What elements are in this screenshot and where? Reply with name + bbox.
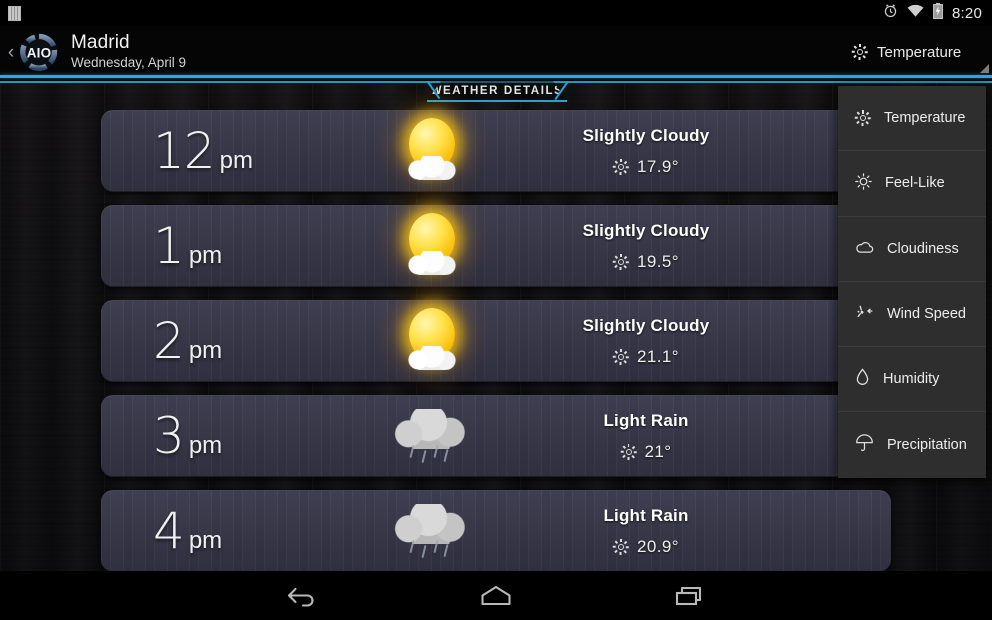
menu-item-temperature[interactable]: Temperature (838, 86, 986, 152)
row-hour: 1 pm (101, 216, 351, 275)
cloud-icon (855, 240, 874, 258)
notification-bars-icon (8, 5, 21, 21)
status-bar-notifications (0, 5, 21, 21)
sun-outline-icon (855, 173, 872, 194)
row-value-row: 20.9° (612, 537, 679, 557)
row-value: 21° (644, 442, 672, 461)
row-condition: Light Rain (603, 506, 689, 525)
action-bar: ‹ AIO Madrid Wednesday, April 9 Temperat… (0, 26, 992, 78)
sun-icon (612, 539, 629, 555)
row-value-row: 17.9° (612, 157, 679, 177)
back-icon[interactable] (275, 579, 329, 613)
alarm-clock-icon (883, 3, 898, 23)
row-condition: Slightly Cloudy (582, 316, 710, 335)
table-row[interactable]: 12 pm Slightly Cloudy 17.9° (101, 110, 891, 192)
row-hour-value: 4 (153, 501, 185, 560)
sun-behind-cloud-icon (385, 211, 477, 283)
sun-icon (612, 159, 629, 175)
status-bar: 8:20 (0, 0, 992, 26)
svg-text:AIO: AIO (27, 45, 52, 60)
sun-icon (620, 444, 637, 460)
back-chevron-icon[interactable]: ‹ (4, 43, 18, 62)
row-condition: Slightly Cloudy (582, 221, 710, 240)
row-hour-ampm: pm (188, 336, 223, 364)
row-info: Slightly Cloudy 19.5° (511, 221, 891, 272)
page-title: Madrid (71, 32, 130, 54)
row-info: Slightly Cloudy 17.9° (511, 126, 891, 177)
battery-charging-icon (933, 2, 943, 24)
sun-icon (854, 110, 871, 127)
menu-item-label: Humidity (883, 371, 940, 388)
page-subtitle: Wednesday, April 9 (71, 55, 187, 71)
metric-dropdown-menu[interactable]: Temperature Feel-Like Cloudiness Wind Sp… (838, 86, 986, 478)
row-hour: 3 pm (101, 406, 351, 465)
rain-cloud-icon (385, 496, 477, 568)
row-hour-ampm: pm (188, 241, 223, 269)
row-weather-art (351, 401, 511, 473)
status-bar-clock: 8:20 (952, 4, 982, 22)
android-navigation-bar (0, 571, 992, 620)
row-info: Light Rain 20.9° (511, 506, 891, 557)
row-value: 20.9° (637, 537, 679, 556)
app-logo[interactable]: AIO (19, 32, 59, 72)
row-info: Light Rain 21° (511, 411, 891, 462)
row-hour: 4 pm (101, 501, 351, 560)
metric-spinner-label: Temperature (877, 43, 962, 61)
table-row[interactable]: 3 pm Light Rain 21° (101, 395, 891, 477)
table-row[interactable]: 2 pm Slightly Cloudy 21.1° (101, 300, 891, 382)
action-bar-titles: Madrid Wednesday, April 9 (71, 33, 186, 70)
row-weather-art (351, 496, 511, 568)
status-bar-system: 8:20 (883, 2, 992, 24)
device-screen: 8:20 ‹ AIO Madrid Wednesday, April 9 Tem… (0, 0, 992, 620)
row-hour: 2 pm (101, 311, 351, 370)
row-hour-ampm: pm (188, 431, 223, 459)
sun-icon (612, 254, 629, 270)
sun-icon (851, 44, 868, 60)
row-value-row: 21° (620, 442, 672, 462)
row-hour-value: 3 (153, 406, 185, 465)
row-condition: Slightly Cloudy (582, 126, 710, 145)
row-value: 17.9° (637, 157, 679, 176)
row-hour-value: 2 (153, 311, 185, 370)
menu-item-humidity[interactable]: Humidity (838, 347, 986, 413)
row-info: Slightly Cloudy 21.1° (511, 316, 891, 367)
menu-item-label: Wind Speed (887, 306, 966, 323)
row-hour-value: 1 (153, 216, 185, 275)
tab-weather-details[interactable]: WEATHER DETAILS (427, 81, 567, 101)
menu-item-precipitation[interactable]: Precipitation (838, 412, 986, 477)
menu-item-label: Temperature (884, 110, 966, 127)
umbrella-icon (855, 434, 874, 456)
menu-item-wind-speed[interactable]: Wind Speed (838, 282, 986, 348)
menu-item-label: Cloudiness (887, 240, 959, 257)
recents-icon[interactable] (663, 579, 717, 613)
sun-behind-cloud-icon (385, 306, 477, 378)
sun-icon (612, 349, 629, 365)
row-hour: 12 pm (101, 121, 351, 180)
row-weather-art (351, 116, 511, 188)
rain-cloud-icon (385, 401, 477, 473)
row-value: 19.5° (637, 252, 679, 271)
row-hour-value: 12 (153, 121, 216, 180)
row-hour-ampm: pm (219, 146, 253, 174)
wind-icon (855, 304, 874, 325)
wifi-icon (907, 4, 924, 23)
menu-item-label: Precipitation (887, 437, 967, 454)
tab-edge-bottom (427, 100, 567, 102)
table-row[interactable]: 4 pm Light Rain 20.9° (101, 490, 891, 571)
row-weather-art (351, 211, 511, 283)
sun-behind-cloud-icon (385, 116, 477, 188)
row-weather-art (351, 306, 511, 378)
row-value-row: 21.1° (612, 347, 679, 367)
menu-item-feel-like[interactable]: Feel-Like (838, 151, 986, 217)
row-hour-ampm: pm (188, 526, 223, 554)
home-icon[interactable] (469, 579, 523, 613)
row-value: 21.1° (637, 347, 679, 366)
menu-item-cloudiness[interactable]: Cloudiness (838, 217, 986, 282)
row-value-row: 19.5° (612, 252, 679, 272)
table-row[interactable]: 1 pm Slightly Cloudy 19.5° (101, 205, 891, 287)
metric-spinner[interactable]: Temperature (840, 26, 992, 78)
menu-item-label: Feel-Like (885, 175, 945, 192)
droplet-icon (855, 368, 870, 390)
row-condition: Light Rain (603, 411, 689, 430)
